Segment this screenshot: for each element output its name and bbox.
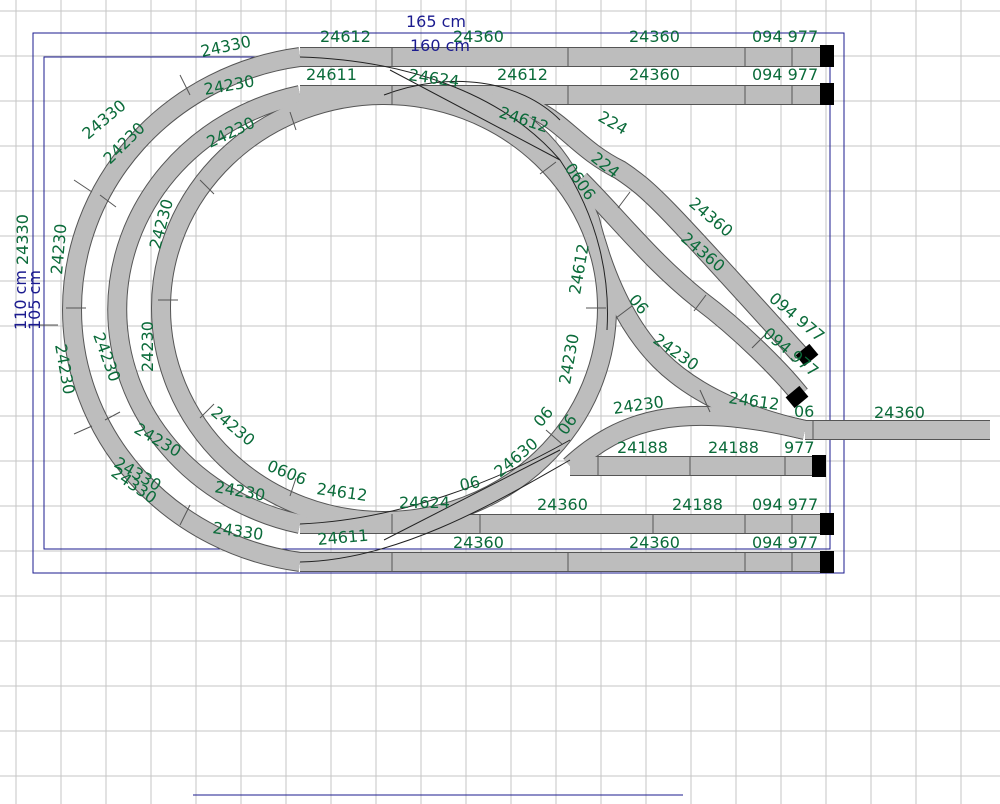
track-label: 24360 [537, 495, 588, 514]
track-label: 224 [595, 107, 631, 139]
buffer-stop-5 [820, 551, 834, 573]
track-label: 24360 [874, 403, 925, 422]
track-label: 06 [794, 402, 814, 421]
track-label: 094 977 [752, 495, 818, 514]
track-label: 094 977 [752, 27, 818, 46]
track-label: 24612 [497, 65, 548, 84]
track-label: 094 977 [752, 65, 818, 84]
track-label: 24188 [672, 495, 723, 514]
buffer-stop-3 [812, 455, 826, 477]
track-label: 24611 [317, 526, 369, 549]
buffer-stop-1 [820, 45, 834, 67]
track-label: 24360 [629, 533, 680, 552]
track-label: 24360 [453, 27, 504, 46]
track-label: 24360 [453, 533, 504, 552]
track-label: 977 [784, 438, 815, 457]
height-inner-label: 105 cm [25, 270, 44, 330]
buffer-stop-4 [820, 513, 834, 535]
track-label: 06 [530, 403, 558, 431]
track-label: 24612 [315, 479, 368, 505]
track-label: 24330 [13, 214, 32, 265]
track-label: 24611 [306, 65, 357, 84]
track-plan-canvas[interactable]: 165 cm 160 cm 110 cm 105 cm 24330 24612 … [0, 0, 1000, 804]
track-label: 24230 [138, 321, 157, 372]
track-label: 24360 [629, 27, 680, 46]
track-label: 24612 [320, 27, 371, 46]
track-label: 24188 [617, 438, 668, 457]
track-label: 24624 [399, 493, 450, 512]
track-label: 094 977 [752, 533, 818, 552]
track-label: 24360 [629, 65, 680, 84]
track-label: 24188 [708, 438, 759, 457]
track-label: 24230 [555, 332, 583, 385]
track-label: 24612 [565, 242, 593, 295]
track-inner-loop [152, 86, 616, 530]
buffer-stop-2 [820, 83, 834, 105]
